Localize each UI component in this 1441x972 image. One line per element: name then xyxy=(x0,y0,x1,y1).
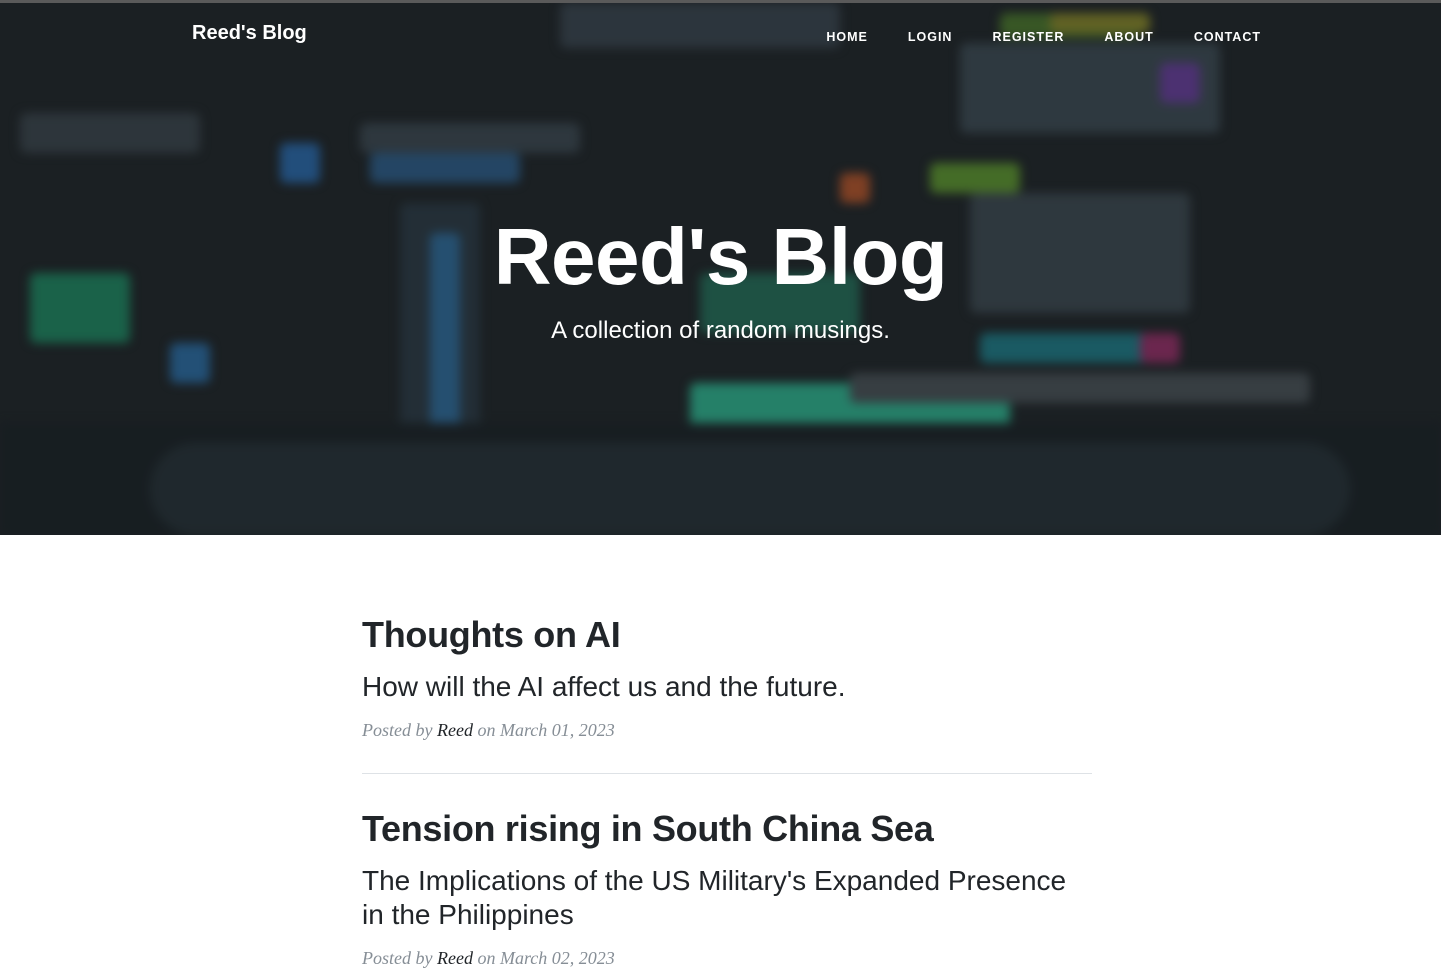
posted-by-label: Posted by xyxy=(362,948,433,968)
post-title: Tension rising in South China Sea xyxy=(362,808,934,849)
post-subtitle: The Implications of the US Military's Ex… xyxy=(362,865,1067,930)
post-meta: Posted by Reed on March 01, 2023 xyxy=(362,720,1092,741)
post-title: Thoughts on AI xyxy=(362,614,621,655)
post-subtitle: How will the AI affect us and the future… xyxy=(362,671,846,702)
nav-item-register: REGISTER xyxy=(992,28,1064,46)
site-subtitle: A collection of random musings. xyxy=(551,317,890,344)
nav-link-home[interactable]: HOME xyxy=(826,30,868,44)
post-author-link[interactable]: Reed xyxy=(437,948,473,968)
on-label: on xyxy=(477,948,496,968)
navbar-brand-link[interactable]: Reed's Blog xyxy=(192,22,307,45)
post-list: Thoughts on AI How will the AI affect us… xyxy=(362,610,1092,969)
post-preview: Tension rising in South China Sea The Im… xyxy=(362,804,1092,969)
nav-link-about[interactable]: ABOUT xyxy=(1104,30,1153,44)
nav-link-register[interactable]: REGISTER xyxy=(992,30,1064,44)
nav-item-login: LOGIN xyxy=(908,28,953,46)
nav-links: HOME LOGIN REGISTER ABOUT CONTACT xyxy=(826,28,1261,46)
post-link[interactable]: Tension rising in South China Sea The Im… xyxy=(362,804,1092,932)
main-navbar: Reed's Blog HOME LOGIN REGISTER ABOUT CO… xyxy=(0,3,1441,69)
posted-by-label: Posted by xyxy=(362,720,433,740)
post-link[interactable]: Thoughts on AI How will the AI affect us… xyxy=(362,610,1092,704)
site-title: Reed's Blog xyxy=(493,212,948,301)
post-meta: Posted by Reed on March 02, 2023 xyxy=(362,948,1092,969)
nav-link-contact[interactable]: CONTACT xyxy=(1194,30,1261,44)
nav-item-about: ABOUT xyxy=(1104,28,1153,46)
nav-item-home: HOME xyxy=(826,28,868,46)
post-date: March 02, 2023 xyxy=(499,948,615,968)
nav-link-login[interactable]: LOGIN xyxy=(908,30,953,44)
masthead: Reed's Blog HOME LOGIN REGISTER ABOUT CO… xyxy=(0,3,1441,535)
nav-item-contact: CONTACT xyxy=(1194,28,1261,46)
post-author-link[interactable]: Reed xyxy=(437,720,473,740)
site-heading: Reed's Blog A collection of random musin… xyxy=(0,213,1441,345)
post-preview: Thoughts on AI How will the AI affect us… xyxy=(362,610,1092,741)
post-date: March 01, 2023 xyxy=(499,720,615,740)
post-divider xyxy=(362,773,1092,774)
on-label: on xyxy=(477,720,496,740)
